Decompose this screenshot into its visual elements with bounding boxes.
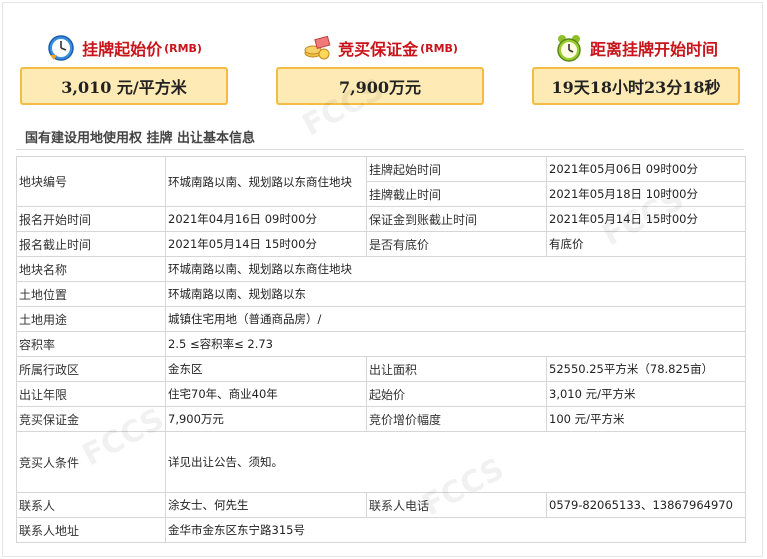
starting-price-panel: 挂牌起始价 (RMB) 3,010 元/平方米 [20, 25, 228, 105]
panel-title-unit: (RMB) [420, 41, 458, 55]
value-cell: 2021年05月14日 15时00分 [165, 231, 367, 257]
label-cell: 是否有底价 [366, 231, 547, 257]
value-cell: 2021年05月18日 10时00分 [546, 181, 746, 207]
table-row: 地块编号 环城南路以南、规划路以东商住地块 挂牌起始时间 2021年05月06日… [16, 156, 746, 207]
panel-title: 竞买保证金 (RMB) [276, 33, 484, 63]
label-cell: 竞价增价幅度 [366, 406, 547, 432]
value-cell: 详见出让公告、须知。 [165, 431, 746, 493]
countdown-panel: 距离挂牌开始时间 19天18小时23分18秒 [532, 25, 740, 105]
section-title: 国有建设用地使用权 挂牌 出让基本信息 [25, 131, 256, 146]
panel-title-text: 竞买保证金 [338, 40, 419, 59]
table-row: 土地位置 环城南路以南、规划路以东 [16, 281, 746, 307]
table-row: 容积率 2.5 ≤容积率≤ 2.73 [16, 331, 746, 357]
countdown-value: 19天18小时23分18秒 [532, 67, 740, 105]
value-cell: 3,010 元/平方米 [546, 381, 746, 407]
money-icon [304, 35, 331, 60]
value-cell: 环城南路以南、规划路以东商住地块 [165, 256, 746, 282]
value-cell: 100 元/平方米 [546, 406, 746, 432]
value-cell: 2021年05月14日 15时00分 [546, 206, 746, 232]
label-cell: 出让面积 [366, 356, 547, 382]
value-cell: 涂女士、何先生 [165, 492, 367, 518]
panel-title-text: 距离挂牌开始时间 [589, 40, 718, 59]
value-cell: 2021年04月16日 09时00分 [165, 206, 367, 232]
value-cell: 有底价 [546, 231, 746, 257]
label-cell: 起始价 [366, 381, 547, 407]
label-cell: 出让年限 [16, 381, 166, 407]
table-row: 地块名称 环城南路以南、规划路以东商住地块 [16, 256, 746, 282]
value-cell: 环城南路以南、规划路以东 [165, 281, 746, 307]
label-cell: 保证金到账截止时间 [366, 206, 547, 232]
label-cell: 联系人电话 [366, 492, 547, 518]
panel-title-text: 挂牌起始价 [82, 40, 163, 59]
table-row: 联系人 涂女士、何先生 联系人电话 0579-82065133、13867964… [16, 492, 746, 518]
starting-price-value: 3,010 元/平方米 [20, 67, 228, 105]
deposit-value: 7,900万元 [276, 67, 484, 105]
table-row: 竞买保证金 7,900万元 竞价增价幅度 100 元/平方米 [16, 406, 746, 432]
panel-title-unit: (RMB) [164, 41, 202, 55]
label-cell: 容积率 [16, 331, 166, 357]
section-divider [16, 149, 744, 150]
value-cell: 城镇住宅用地（普通商品房）/ [165, 306, 746, 332]
table-row: 土地用途 城镇住宅用地（普通商品房）/ [16, 306, 746, 332]
table-row: 竞买人条件 详见出让公告、须知。 [16, 431, 746, 493]
value-cell: 金华市金东区东宁路315号 [165, 517, 746, 543]
label-cell: 报名截止时间 [16, 231, 166, 257]
table-row: 报名截止时间 2021年05月14日 15时00分 是否有底价 有底价 [16, 231, 746, 257]
table-row: 所属行政区 金东区 出让面积 52550.25平方米（78.825亩） [16, 356, 746, 382]
land-info-table: 地块编号 环城南路以南、规划路以东商住地块 挂牌起始时间 2021年05月06日… [16, 156, 746, 543]
alarm-clock-icon [557, 35, 581, 62]
panel-title: 挂牌起始价 (RMB) [20, 33, 228, 63]
label-cell: 联系人地址 [16, 517, 166, 543]
value-cell: 7,900万元 [165, 406, 367, 432]
label-cell: 土地用途 [16, 306, 166, 332]
label-cell: 挂牌起始时间 [366, 156, 547, 182]
label-cell: 竞买人条件 [16, 431, 166, 493]
value-cell: 住宅70年、商业40年 [165, 381, 367, 407]
label-cell: 竞买保证金 [16, 406, 166, 432]
value-cell: 2021年05月06日 09时00分 [546, 156, 746, 182]
table-row: 联系人地址 金华市金东区东宁路315号 [16, 517, 746, 543]
panel-title: 距离挂牌开始时间 [532, 33, 740, 63]
label-cell: 地块编号 [16, 156, 166, 207]
clock-icon [48, 35, 74, 61]
table-row: 报名开始时间 2021年04月16日 09时00分 保证金到账截止时间 2021… [16, 206, 746, 232]
label-cell: 土地位置 [16, 281, 166, 307]
label-cell: 地块名称 [16, 256, 166, 282]
label-cell: 所属行政区 [16, 356, 166, 382]
label-cell: 挂牌截止时间 [366, 181, 547, 207]
value-cell: 52550.25平方米（78.825亩） [546, 356, 746, 382]
value-cell: 2.5 ≤容积率≤ 2.73 [165, 331, 746, 357]
table-row: 出让年限 住宅70年、商业40年 起始价 3,010 元/平方米 [16, 381, 746, 407]
label-cell: 报名开始时间 [16, 206, 166, 232]
value-cell: 0579-82065133、13867964970 [546, 492, 746, 518]
value-cell: 环城南路以南、规划路以东商住地块 [165, 156, 367, 207]
deposit-panel: 竞买保证金 (RMB) 7,900万元 [276, 25, 484, 105]
label-cell: 联系人 [16, 492, 166, 518]
value-cell: 金东区 [165, 356, 367, 382]
